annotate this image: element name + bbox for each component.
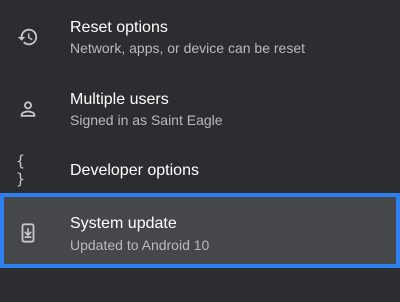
settings-item-multiple-users[interactable]: Multiple users Signed in as Saint Eagle — [0, 84, 400, 140]
settings-item-subtitle: Updated to Android 10 — [70, 237, 210, 253]
settings-item-title: Developer options — [70, 162, 199, 179]
person-icon — [16, 97, 40, 121]
settings-item-title: Multiple users — [70, 91, 169, 108]
system-update-icon — [16, 221, 40, 245]
history-icon — [16, 25, 40, 49]
settings-item-title: Reset options — [70, 19, 168, 36]
settings-item-developer-options[interactable]: { } Developer options — [0, 150, 400, 190]
settings-item-reset-options[interactable]: Reset options Network, apps, or device c… — [0, 0, 400, 66]
settings-list: Reset options Network, apps, or device c… — [0, 0, 400, 302]
settings-item-subtitle: Signed in as Saint Eagle — [70, 112, 223, 128]
braces-icon: { } — [16, 152, 28, 188]
settings-item-subtitle: Network, apps, or device can be reset — [70, 40, 306, 56]
settings-item-title: System update — [70, 215, 177, 232]
settings-item-system-update[interactable]: System update Updated to Android 10 — [0, 193, 400, 268]
